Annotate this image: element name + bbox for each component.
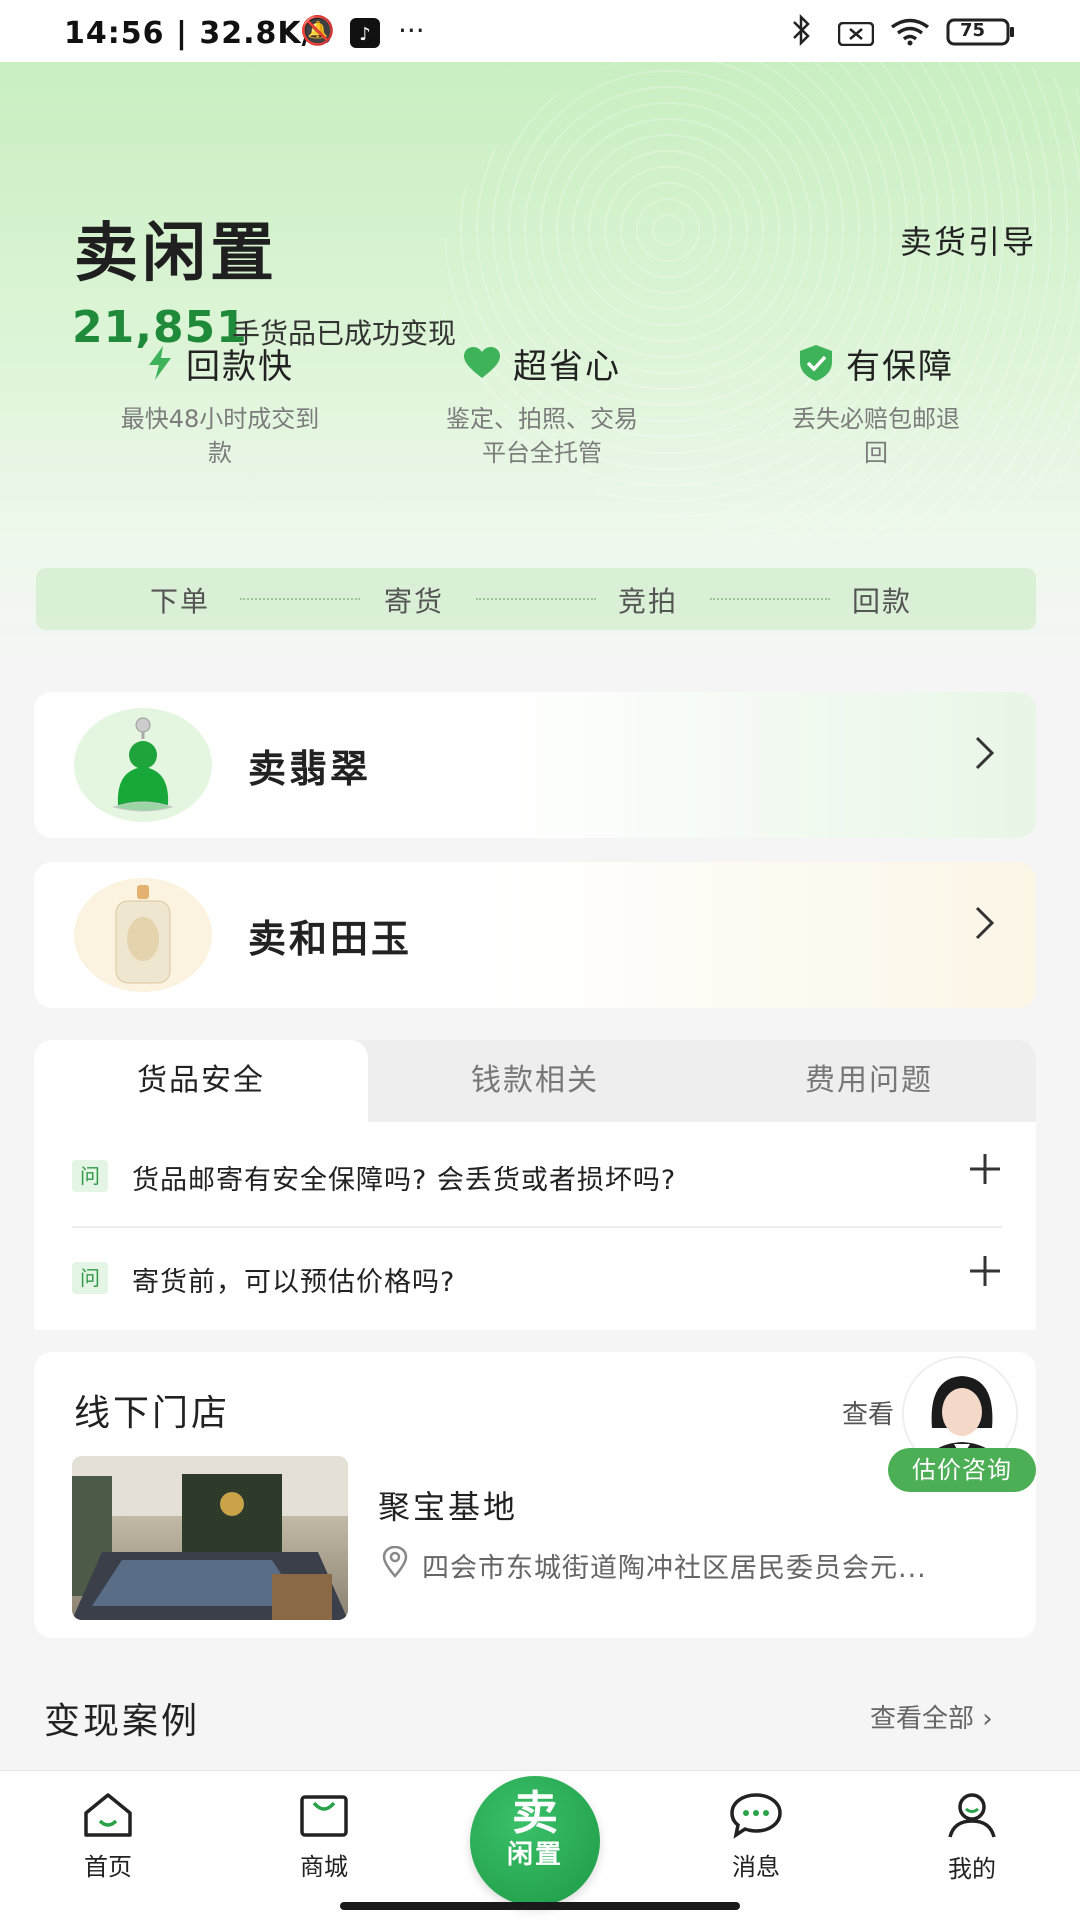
wifi-icon (890, 18, 930, 53)
message-icon (696, 1791, 816, 1839)
sell-button-main-text: 卖 (512, 1786, 558, 1840)
faq-section: 货品安全 钱款相关 费用问题 问 货品邮寄有安全保障吗? 会丢货或者损坏吗? 问… (34, 1040, 1036, 1330)
view-more-link[interactable]: 查看 (842, 1394, 894, 1431)
question-badge: 问 (72, 1160, 108, 1192)
hetian-jade-pendant-image (74, 878, 212, 992)
faq-question: 寄货前，可以预估价格吗? (132, 1267, 456, 1298)
tab-label: 消息 (732, 1853, 780, 1881)
tab-label: 商城 (300, 1853, 348, 1881)
tab-label: 首页 (84, 1853, 132, 1881)
status-bar: 14:56 | 32.8K/s 🔕 ♪ ··· 75 (0, 0, 1080, 62)
jadeite-pendant-image (74, 708, 212, 822)
question-badge: 问 (72, 1262, 108, 1294)
category-card-hetian-jade[interactable]: 卖和田玉 (34, 862, 1036, 1008)
section-title: 变现案例 (44, 1701, 201, 1742)
bluetooth-icon (790, 13, 812, 53)
home-icon (48, 1791, 168, 1839)
feature-fast-payment: 回款快 最快48小时成交到款 (80, 338, 360, 470)
flow-step-order: 下单 (150, 585, 211, 618)
feature-desc: 最快48小时成交到款 (120, 405, 320, 467)
shield-check-icon (798, 344, 834, 382)
sell-guide-link[interactable]: 卖货引导 (900, 217, 1036, 263)
page-title: 卖闲置 (74, 217, 278, 291)
status-time: 14:56 | 32.8K/s (64, 16, 333, 51)
battery-icon: 75 (946, 18, 1016, 53)
tab-home[interactable]: 首页 (48, 1791, 168, 1882)
flow-divider (710, 598, 830, 600)
hero-wave-pattern (440, 62, 1080, 542)
home-indicator[interactable] (340, 1902, 740, 1910)
heart-icon (463, 346, 501, 380)
mall-icon (264, 1791, 384, 1839)
price-consult-widget[interactable]: 估价咨询 (888, 1356, 1036, 1516)
flow-step-auction: 竞拍 (618, 585, 679, 618)
view-all-link[interactable]: 查看全部 › (870, 1698, 993, 1735)
profile-icon (912, 1791, 1032, 1841)
lightning-icon (146, 345, 174, 381)
feature-worry-free: 超省心 鉴定、拍照、交易平台全托管 (402, 338, 682, 470)
process-flow-bar: 下单 寄货 竞拍 回款 (36, 568, 1036, 630)
battery-level: 75 (960, 20, 986, 41)
faq-tabs: 货品安全 钱款相关 费用问题 (34, 1040, 1036, 1122)
flow-step-payment: 回款 (852, 585, 913, 618)
mute-bell-icon: 🔕 (300, 14, 335, 47)
flow-divider (476, 598, 596, 600)
svg-text:♪: ♪ (359, 24, 371, 45)
tab-messages[interactable]: 消息 (696, 1791, 816, 1882)
tiktok-icon: ♪ (350, 18, 380, 55)
feature-title: 有保障 (846, 346, 954, 387)
chevron-right-icon (974, 902, 996, 951)
expand-plus-icon[interactable] (968, 1248, 1002, 1299)
feature-desc: 丢失必赔包邮退回 (792, 405, 960, 467)
store-photo[interactable] (72, 1456, 348, 1620)
feature-title: 超省心 (513, 346, 621, 387)
store-name[interactable]: 聚宝基地 (378, 1482, 518, 1528)
chevron-right-icon (974, 732, 996, 781)
feature-desc: 鉴定、拍照、交易平台全托管 (446, 405, 638, 467)
faq-question: 货品邮寄有安全保障吗? 会丢货或者损坏吗? (132, 1165, 677, 1196)
tab-mall[interactable]: 商城 (264, 1791, 384, 1882)
tab-fees[interactable]: 费用问题 (702, 1040, 1036, 1122)
flow-step-ship: 寄货 (384, 585, 445, 618)
category-label: 卖翡翠 (248, 747, 372, 791)
price-consult-button[interactable]: 估价咨询 (888, 1448, 1036, 1492)
location-pin-icon (382, 1545, 408, 1582)
more-dots-icon: ··· (398, 14, 425, 47)
feature-title: 回款快 (186, 346, 294, 387)
section-title: 线下门店 (74, 1393, 231, 1434)
sell-button-sub-text: 闲置 (506, 1840, 563, 1870)
tab-goods-safety[interactable]: 货品安全 (34, 1040, 368, 1122)
tab-payment[interactable]: 钱款相关 (368, 1040, 702, 1122)
sim-off-icon (837, 20, 875, 53)
tab-sell-idle-button[interactable]: 卖 闲置 (470, 1776, 600, 1906)
feature-guarantee: 有保障 丢失必赔包邮退回 (736, 338, 1016, 470)
offline-stores-section: 线下门店 查看 聚宝基地 四会市东城街道陶冲社区居民委员会元... (34, 1352, 1036, 1638)
store-address: 四会市东城街道陶冲社区居民委员会元... (422, 1553, 927, 1584)
tab-label: 我的 (948, 1855, 996, 1883)
flow-divider (240, 598, 360, 600)
faq-item[interactable]: 问 货品邮寄有安全保障吗? 会丢货或者损坏吗? (72, 1126, 1002, 1226)
expand-plus-icon[interactable] (968, 1146, 1002, 1197)
faq-item[interactable]: 问 寄货前，可以预估价格吗? (72, 1228, 1002, 1328)
tab-profile[interactable]: 我的 (912, 1791, 1032, 1884)
category-label: 卖和田玉 (248, 917, 413, 961)
category-card-jadeite[interactable]: 卖翡翠 (34, 692, 1036, 838)
